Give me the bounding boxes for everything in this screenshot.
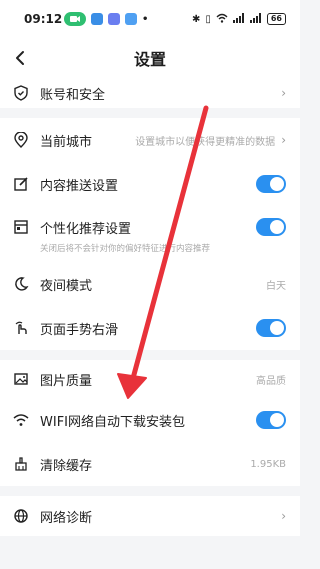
status-time: 09:12 xyxy=(24,12,63,26)
setting-account-security[interactable]: 账号和安全 › xyxy=(0,78,300,108)
nav-bar: 设置 xyxy=(0,38,300,78)
setting-image-quality[interactable]: 图片质量 高品质 xyxy=(0,360,300,398)
setting-label: 内容推送设置 xyxy=(40,178,119,194)
setting-label: 图片质量 xyxy=(40,373,93,389)
setting-label: 个性化推荐设置 xyxy=(40,222,132,237)
page-title: 设置 xyxy=(133,50,166,69)
diagnostics-group: 网络诊断 › xyxy=(0,496,300,536)
app-notification-icon-2 xyxy=(108,13,120,25)
setting-label: 夜间模式 xyxy=(40,278,93,294)
gesture-toggle[interactable] xyxy=(256,319,286,337)
content-group: 当前城市 设置城市以便获得更精准的数据 › 内容推送设置 个性化推荐设置 关闭后… xyxy=(0,118,300,350)
chevron-right-icon: › xyxy=(281,133,286,147)
vibrate-icon: ▯ xyxy=(205,13,211,25)
setting-value: 1.95KB xyxy=(250,458,286,470)
signal-icon-2 xyxy=(249,12,262,26)
setting-network-diagnosis[interactable]: 网络诊断 › xyxy=(0,496,300,536)
swipe-hand-icon xyxy=(12,319,30,337)
setting-wifi-auto-download[interactable]: WIFI网络自动下载安装包 xyxy=(0,398,300,442)
setting-value: 白天 xyxy=(266,280,286,292)
setting-label: 清除缓存 xyxy=(40,458,93,474)
moon-icon xyxy=(12,275,30,293)
account-group: 账号和安全 › xyxy=(0,78,300,108)
setting-label: 账号和安全 xyxy=(40,87,106,103)
image-icon xyxy=(12,370,30,388)
window-icon xyxy=(12,218,30,236)
shield-icon xyxy=(12,84,30,102)
globe-icon xyxy=(12,507,30,525)
broom-icon xyxy=(12,455,30,473)
bluetooth-icon: ✱ xyxy=(191,13,201,25)
media-group: 图片质量 高品质 WIFI网络自动下载安装包 清除缓存 1.95KB xyxy=(0,360,300,486)
call-icon xyxy=(64,12,86,26)
wifi-icon xyxy=(12,411,30,429)
personalized-toggle[interactable] xyxy=(256,218,286,236)
app-notification-icon xyxy=(91,13,103,25)
status-bar: 09:12 • ✱ ▯ 66 xyxy=(0,0,300,38)
signal-icon xyxy=(232,12,245,26)
chevron-left-icon xyxy=(16,51,24,65)
setting-clear-cache[interactable]: 清除缓存 1.95KB xyxy=(0,442,300,486)
wifi-status-icon xyxy=(216,13,228,26)
setting-night-mode[interactable]: 夜间模式 白天 xyxy=(0,262,300,306)
setting-page-gesture[interactable]: 页面手势右滑 xyxy=(0,306,300,350)
dot-icon: • xyxy=(142,13,149,25)
location-pin-icon xyxy=(12,131,30,149)
setting-label: 当前城市 xyxy=(40,134,93,150)
setting-personalized-recommendation[interactable]: 个性化推荐设置 关闭后将不会针对你的偏好特征进行内容推荐 xyxy=(0,206,300,262)
chevron-right-icon: › xyxy=(281,86,286,100)
battery-icon: 66 xyxy=(266,13,286,25)
setting-value: 设置城市以便获得更精准的数据 xyxy=(135,136,276,148)
push-toggle[interactable] xyxy=(256,175,286,193)
wifi-download-toggle[interactable] xyxy=(256,411,286,429)
setting-content-push[interactable]: 内容推送设置 xyxy=(0,162,300,206)
setting-description: 关闭后将不会针对你的偏好特征进行内容推荐 xyxy=(40,244,211,254)
setting-value: 高品质 xyxy=(256,375,286,387)
edit-box-icon xyxy=(12,175,30,193)
back-button[interactable] xyxy=(8,46,32,70)
setting-label: 网络诊断 xyxy=(40,510,93,526)
setting-label: WIFI网络自动下载安装包 xyxy=(40,414,185,430)
app-notification-icon-3 xyxy=(125,13,137,25)
setting-label: 页面手势右滑 xyxy=(40,322,119,338)
chevron-right-icon: › xyxy=(281,509,286,523)
setting-current-city[interactable]: 当前城市 设置城市以便获得更精准的数据 › xyxy=(0,118,300,162)
